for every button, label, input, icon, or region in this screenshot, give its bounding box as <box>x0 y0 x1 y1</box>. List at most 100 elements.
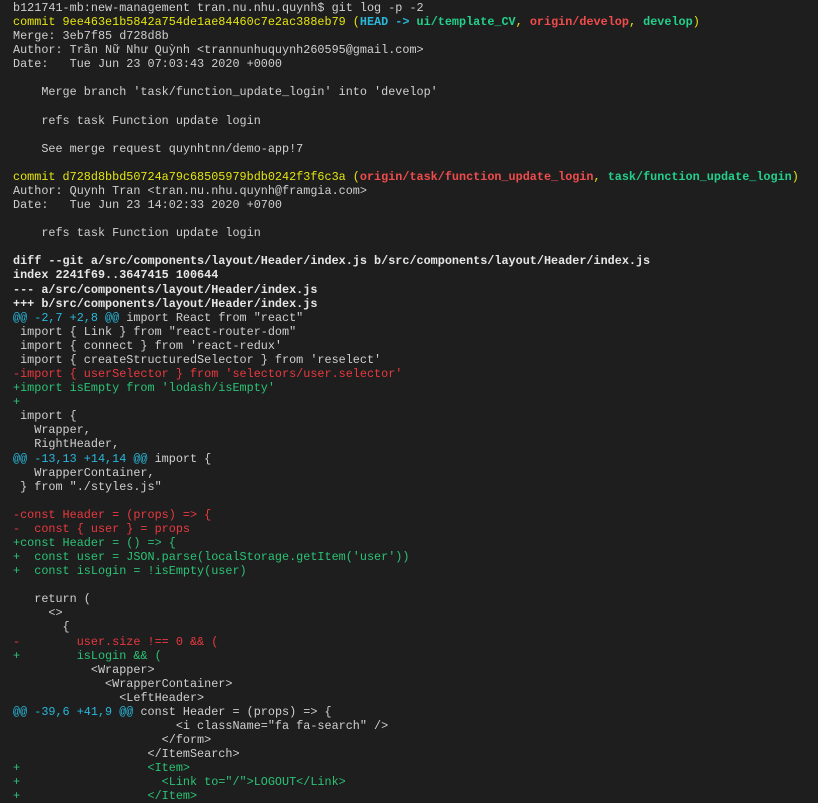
terminal-text-segment: <i className="fa fa-search" /> <box>13 718 389 733</box>
terminal-text-segment: Date: Tue Jun 23 14:02:33 2020 +0700 <box>13 198 283 213</box>
terminal-line: <i className="fa fa-search" /> <box>13 719 799 733</box>
terminal-text-segment: - const { user } = props <box>13 521 190 536</box>
terminal-text-segment: @@ -2,7 +2,8 @@ <box>13 310 120 325</box>
terminal-line: refs task Function update login <box>13 226 799 240</box>
terminal-text-segment: diff --git a/src/components/layout/Heade… <box>13 254 651 269</box>
terminal-text-segment: refs task Function update login <box>13 113 261 128</box>
terminal-line: Author: Quynh Tran <tran.nu.nhu.quynh@fr… <box>13 184 799 198</box>
terminal-line: - const { user } = props <box>13 522 799 536</box>
terminal-text-segment: + const user = JSON.parse(localStorage.g… <box>13 550 410 565</box>
terminal-text-segment: <> <box>13 606 63 621</box>
terminal-text-segment: <Wrapper> <box>13 662 155 677</box>
terminal-line: <> <box>13 606 799 620</box>
terminal-line: + isLogin && ( <box>13 649 799 663</box>
terminal-line: +import isEmpty from 'lodash/isEmpty' <box>13 381 799 395</box>
terminal-text-segment: , <box>593 169 608 184</box>
terminal-line: b121741-mb:new-management tran.nu.nhu.qu… <box>13 1 799 15</box>
terminal-text-segment: , <box>515 15 530 30</box>
terminal-text-segment: import { <box>147 451 212 466</box>
terminal-text-segment: develop <box>643 15 693 30</box>
terminal-text-segment: WrapperContainer, <box>13 465 155 480</box>
terminal-line: Author: Trần Nữ Như Quỳnh <trannunhuquyn… <box>13 43 799 57</box>
terminal-text-segment: b121741-mb:new-management tran.nu.nhu.qu… <box>13 1 424 15</box>
terminal-line: + <Item> <box>13 761 799 775</box>
terminal-line: diff --git a/src/components/layout/Heade… <box>13 254 799 268</box>
terminal-line: refs task Function update login <box>13 114 799 128</box>
terminal-line: + <Link to="/">LOGOUT</Link> <box>13 775 799 789</box>
terminal-line: </form> <box>13 733 799 747</box>
terminal-line: See merge request quynhtnn/demo-app!7 <box>13 142 799 156</box>
terminal-line: +const Header = () => { <box>13 536 799 550</box>
terminal-text-segment: + <box>13 395 21 410</box>
terminal-text-segment: origin/develop <box>529 15 629 30</box>
terminal-text-segment: import { connect } from 'react-redux' <box>13 338 283 353</box>
terminal-text-segment: import { <box>13 409 77 424</box>
terminal-text-segment: +const Header = () => { <box>13 535 176 550</box>
terminal-line: <WrapperContainer> <box>13 677 799 691</box>
terminal-line: import { createStructuredSelector } from… <box>13 353 799 367</box>
terminal-text-segment: +import isEmpty from 'lodash/isEmpty' <box>13 381 275 396</box>
terminal-text-segment: commit 9ee463e1b5842a754de1ae84460c7e2ac… <box>13 15 360 30</box>
terminal-line: + <box>13 395 799 409</box>
terminal-text-segment: Wrapper, <box>13 423 91 438</box>
terminal-text-segment: -const Header = (props) => { <box>13 507 212 522</box>
terminal-text-segment: </form> <box>13 733 212 748</box>
terminal-text-segment: origin/task/function_update_login <box>359 169 594 184</box>
terminal-text-segment: ui/template_CV <box>416 15 516 30</box>
terminal-text-segment: -import { userSelector } from 'selectors… <box>13 367 403 382</box>
terminal-line: { <box>13 620 799 634</box>
terminal-text-segment: @@ -39,6 +41,9 @@ <box>13 704 134 719</box>
terminal-line: commit d728d8bbd50724a79c68505979bdb0242… <box>13 170 799 184</box>
terminal-text-segment: - user.size !== 0 && ( <box>13 634 219 649</box>
terminal-text-segment: --- a/src/components/layout/Header/index… <box>13 282 318 297</box>
terminal-text-segment: import { createStructuredSelector } from… <box>13 352 382 367</box>
terminal-line: } from "./styles.js" <box>13 480 799 494</box>
terminal-text-segment: commit d728d8bbd50724a79c68505979bdb0242… <box>13 169 360 184</box>
terminal-text-segment: RightHeader, <box>13 437 120 452</box>
terminal-line: import { connect } from 'react-redux' <box>13 339 799 353</box>
terminal-line: + const user = JSON.parse(localStorage.g… <box>13 550 799 564</box>
terminal-text-segment: + <Item> <box>13 761 190 776</box>
terminal-output[interactable]: b121741-mb:new-management tran.nu.nhu.qu… <box>13 1 799 803</box>
terminal-text-segment: const Header = (props) => { <box>133 704 332 719</box>
terminal-line: @@ -13,13 +14,14 @@ import { <box>13 452 799 466</box>
terminal-line: -import { userSelector } from 'selectors… <box>13 367 799 381</box>
terminal-text-segment: <LeftHeader> <box>13 690 205 705</box>
terminal-line: Date: Tue Jun 23 07:03:43 2020 +0000 <box>13 57 799 71</box>
terminal-line: + const isLogin = !isEmpty(user) <box>13 564 799 578</box>
terminal-line: --- a/src/components/layout/Header/index… <box>13 283 799 297</box>
terminal-text-segment: Date: Tue Jun 23 07:03:43 2020 +0000 <box>13 57 283 72</box>
terminal-text-segment: HEAD -> <box>359 15 417 30</box>
terminal-text-segment: + </Item> <box>13 789 198 803</box>
terminal-text-segment: + <Link to="/">LOGOUT</Link> <box>13 775 346 790</box>
terminal-text-segment: Merge: 3eb7f85 d728d8b <box>13 29 169 44</box>
terminal-line: Wrapper, <box>13 423 799 437</box>
terminal-text-segment: @@ -13,13 +14,14 @@ <box>13 451 148 466</box>
terminal-text-segment: </ItemSearch> <box>13 747 240 762</box>
terminal-line: WrapperContainer, <box>13 466 799 480</box>
terminal-text-segment: index 2241f69..3647415 100644 <box>13 268 219 283</box>
terminal-text-segment: Author: Quynh Tran <tran.nu.nhu.quynh@fr… <box>13 184 367 199</box>
terminal-text-segment: + isLogin && ( <box>13 648 162 663</box>
terminal-line: index 2241f69..3647415 100644 <box>13 268 799 282</box>
terminal-line: - user.size !== 0 && ( <box>13 635 799 649</box>
terminal-text-segment: task/function_update_login <box>607 169 792 184</box>
terminal-text-segment: import React from "react" <box>119 310 304 325</box>
terminal-line: Date: Tue Jun 23 14:02:33 2020 +0700 <box>13 198 799 212</box>
terminal-text-segment: ) <box>791 169 799 184</box>
terminal-line: import { Link } from "react-router-dom" <box>13 325 799 339</box>
terminal-line: @@ -39,6 +41,9 @@ const Header = (props)… <box>13 705 799 719</box>
terminal-text-segment: <WrapperContainer> <box>13 676 233 691</box>
terminal-line: @@ -2,7 +2,8 @@ import React from "react… <box>13 311 799 325</box>
terminal-text-segment: import { Link } from "react-router-dom" <box>13 324 297 339</box>
terminal-text-segment: , <box>628 15 644 30</box>
terminal-text-segment: Merge branch 'task/function_update_login… <box>13 85 438 100</box>
